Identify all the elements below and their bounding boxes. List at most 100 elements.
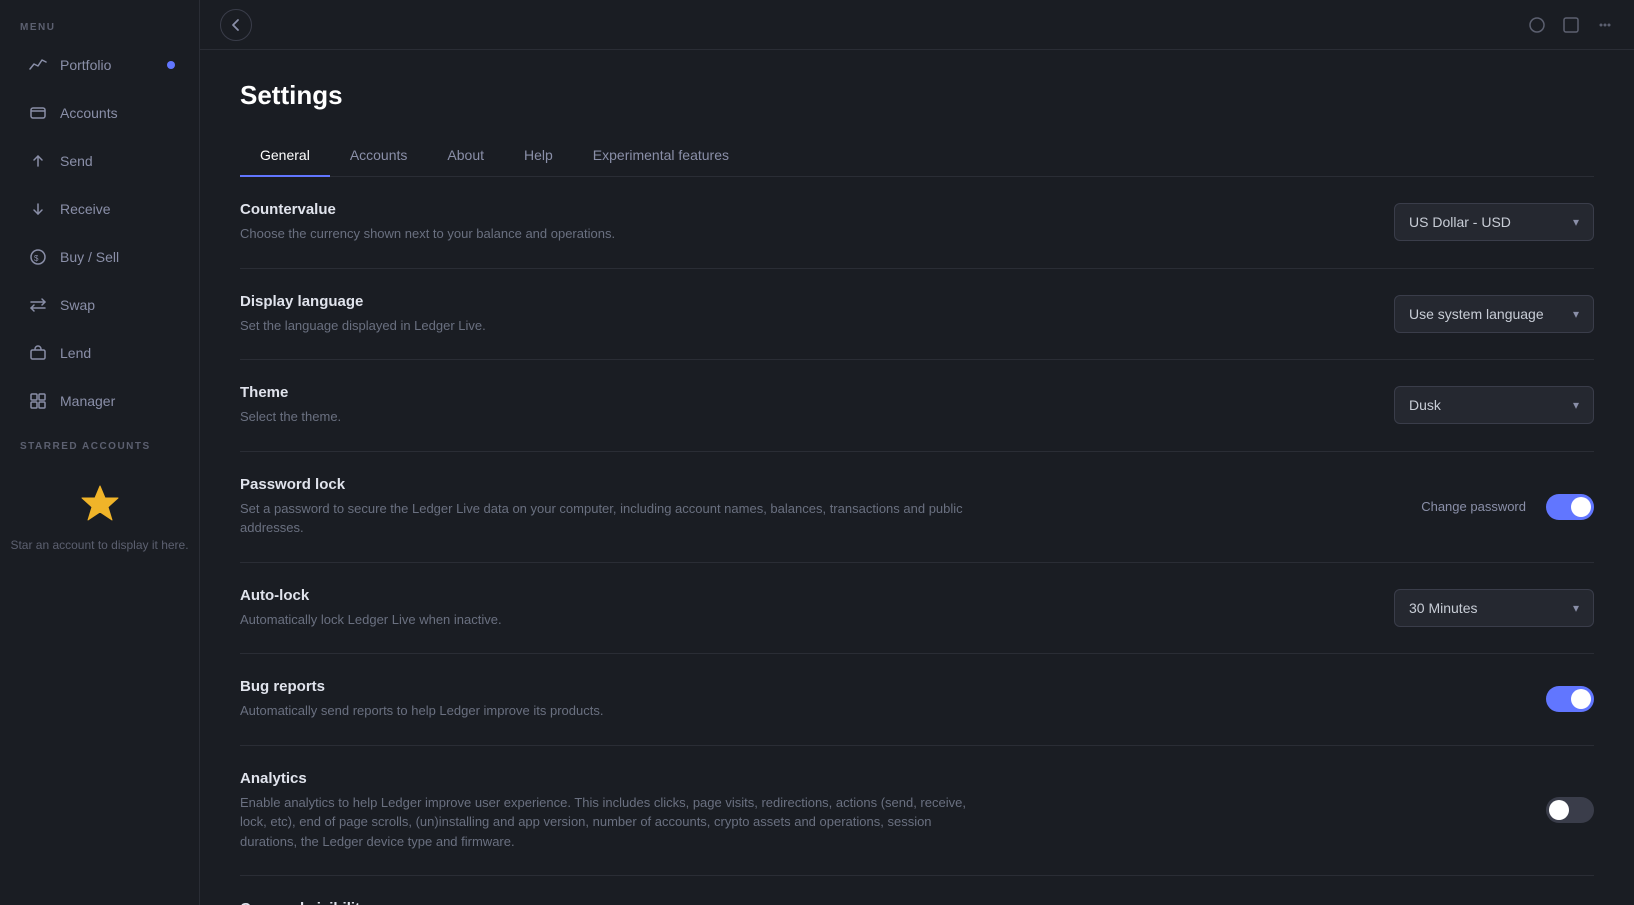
send-icon	[28, 151, 48, 171]
receive-icon	[28, 199, 48, 219]
countervalue-desc: Choose the currency shown next to your b…	[240, 224, 990, 244]
display-language-row: Display language Set the language displa…	[240, 269, 1594, 361]
accounts-label: Accounts	[60, 105, 118, 121]
theme-value: Dusk	[1409, 397, 1441, 413]
page-title: Settings	[240, 80, 1594, 111]
password-lock-row: Password lock Set a password to secure t…	[240, 452, 1594, 563]
password-lock-desc: Set a password to secure the Ledger Live…	[240, 499, 990, 538]
manager-label: Manager	[60, 393, 115, 409]
auto-lock-title: Auto-lock	[240, 587, 990, 604]
star-icon-large[interactable]	[76, 480, 124, 528]
sidebar-item-receive[interactable]: Receive	[8, 187, 191, 231]
analytics-title: Analytics	[240, 770, 990, 787]
lend-label: Lend	[60, 345, 91, 361]
accounts-icon	[28, 103, 48, 123]
swap-label: Swap	[60, 297, 95, 313]
password-lock-toggle-knob	[1571, 497, 1591, 517]
content-area: Settings General Accounts About Help Exp…	[200, 50, 1634, 905]
countervalue-row: Countervalue Choose the currency shown n…	[240, 177, 1594, 269]
countervalue-dropdown[interactable]: US Dollar - USD ▾	[1394, 203, 1594, 241]
auto-lock-row: Auto-lock Automatically lock Ledger Live…	[240, 563, 1594, 655]
analytics-desc: Enable analytics to help Ledger improve …	[240, 793, 990, 852]
tab-about[interactable]: About	[427, 135, 504, 177]
theme-arrow: ▾	[1573, 398, 1579, 412]
swap-icon	[28, 295, 48, 315]
display-language-info: Display language Set the language displa…	[240, 293, 990, 336]
password-lock-control: Change password	[1421, 494, 1594, 520]
sidebar-item-manager[interactable]: Manager	[8, 379, 191, 423]
tab-help[interactable]: Help	[504, 135, 573, 177]
sidebar-item-accounts[interactable]: Accounts	[8, 91, 191, 135]
theme-info: Theme Select the theme.	[240, 384, 990, 427]
display-language-control: Use system language ▾	[1394, 295, 1594, 333]
sidebar: MENU Portfolio Accounts Send	[0, 0, 200, 905]
topbar-icon-3	[1596, 16, 1614, 34]
starred-empty-text: Star an account to display it here.	[10, 538, 188, 552]
topbar	[200, 0, 1634, 50]
main-area: Settings General Accounts About Help Exp…	[200, 0, 1634, 905]
bug-reports-control	[1546, 686, 1594, 712]
portfolio-icon	[28, 55, 48, 75]
theme-row: Theme Select the theme. Dusk ▾	[240, 360, 1594, 452]
auto-lock-control: 30 Minutes ▾	[1394, 589, 1594, 627]
receive-label: Receive	[60, 201, 111, 217]
sidebar-item-send[interactable]: Send	[8, 139, 191, 183]
sidebar-item-swap[interactable]: Swap	[8, 283, 191, 327]
back-button[interactable]	[220, 9, 252, 41]
sidebar-item-lend[interactable]: Lend	[8, 331, 191, 375]
portfolio-notification-dot	[167, 61, 175, 69]
auto-lock-arrow: ▾	[1573, 601, 1579, 615]
password-lock-info: Password lock Set a password to secure t…	[240, 476, 990, 538]
tab-accounts[interactable]: Accounts	[330, 135, 428, 177]
password-lock-title: Password lock	[240, 476, 990, 493]
auto-lock-dropdown[interactable]: 30 Minutes ▾	[1394, 589, 1594, 627]
countervalue-dropdown-arrow: ▾	[1573, 215, 1579, 229]
theme-dropdown[interactable]: Dusk ▾	[1394, 386, 1594, 424]
topbar-right	[1528, 16, 1614, 34]
starred-accounts-label: STARRED ACCOUNTS	[0, 425, 199, 460]
analytics-info: Analytics Enable analytics to help Ledge…	[240, 770, 990, 852]
svg-text:$: $	[34, 254, 39, 263]
starred-empty: Star an account to display it here.	[0, 460, 199, 572]
display-language-dropdown[interactable]: Use system language ▾	[1394, 295, 1594, 333]
sidebar-item-buy-sell[interactable]: $ Buy / Sell	[8, 235, 191, 279]
carousel-visibility-info: Carousel visibility Enable visibility of…	[240, 900, 990, 905]
bug-reports-toggle-knob	[1571, 689, 1591, 709]
change-password-button[interactable]: Change password	[1421, 499, 1526, 514]
bug-reports-info: Bug reports Automatically send reports t…	[240, 678, 990, 721]
display-language-title: Display language	[240, 293, 990, 310]
password-lock-toggle[interactable]	[1546, 494, 1594, 520]
auto-lock-info: Auto-lock Automatically lock Ledger Live…	[240, 587, 990, 630]
sidebar-item-portfolio[interactable]: Portfolio	[8, 43, 191, 87]
carousel-visibility-row: Carousel visibility Enable visibility of…	[240, 876, 1594, 905]
bug-reports-desc: Automatically send reports to help Ledge…	[240, 701, 990, 721]
analytics-toggle[interactable]	[1546, 797, 1594, 823]
countervalue-title: Countervalue	[240, 201, 990, 218]
analytics-toggle-knob	[1549, 800, 1569, 820]
portfolio-label: Portfolio	[60, 57, 111, 73]
carousel-visibility-title: Carousel visibility	[240, 900, 990, 905]
display-language-value: Use system language	[1409, 306, 1544, 322]
countervalue-control: US Dollar - USD ▾	[1394, 203, 1594, 241]
theme-title: Theme	[240, 384, 990, 401]
settings-tabs: General Accounts About Help Experimental…	[240, 135, 1594, 177]
tab-experimental[interactable]: Experimental features	[573, 135, 749, 177]
analytics-row: Analytics Enable analytics to help Ledge…	[240, 746, 1594, 877]
bug-reports-toggle[interactable]	[1546, 686, 1594, 712]
display-language-arrow: ▾	[1573, 307, 1579, 321]
bug-reports-title: Bug reports	[240, 678, 990, 695]
lend-icon	[28, 343, 48, 363]
analytics-control	[1546, 797, 1594, 823]
display-language-desc: Set the language displayed in Ledger Liv…	[240, 316, 990, 336]
tab-general[interactable]: General	[240, 135, 330, 177]
buy-sell-label: Buy / Sell	[60, 249, 119, 265]
topbar-icon-2	[1562, 16, 1580, 34]
topbar-icon-1	[1528, 16, 1546, 34]
bug-reports-row: Bug reports Automatically send reports t…	[240, 654, 1594, 746]
countervalue-info: Countervalue Choose the currency shown n…	[240, 201, 990, 244]
theme-control: Dusk ▾	[1394, 386, 1594, 424]
buy-sell-icon: $	[28, 247, 48, 267]
menu-label: MENU	[0, 10, 199, 41]
countervalue-value: US Dollar - USD	[1409, 214, 1511, 230]
auto-lock-desc: Automatically lock Ledger Live when inac…	[240, 610, 990, 630]
